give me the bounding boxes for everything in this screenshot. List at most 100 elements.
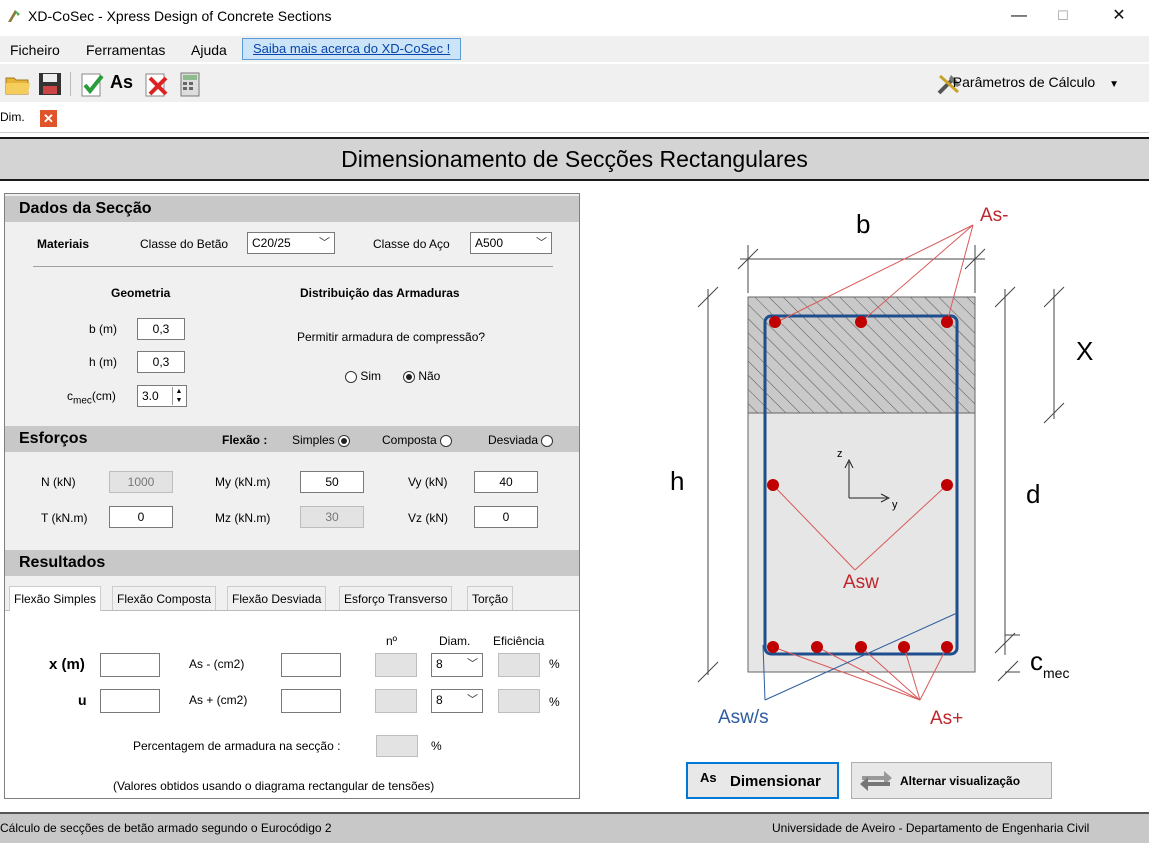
validate-icon[interactable] [78, 70, 106, 98]
as-plus-label: As + (cm2) [189, 693, 248, 707]
status-bar: Cálculo de secções de betão armado segun… [0, 812, 1149, 843]
window-title: XD-CoSec - Xpress Design of Concrete Sec… [28, 8, 332, 24]
as-icon[interactable]: As [110, 72, 140, 100]
t-input[interactable]: 0 [109, 506, 173, 528]
flexao-radio-composta[interactable]: Composta [382, 433, 453, 447]
h-label: h (m) [89, 355, 117, 369]
diam-top-value: 8 [436, 657, 443, 671]
diam-header: Diam. [439, 634, 471, 648]
cmec-label: cmec(cm) [67, 389, 116, 407]
cmec-stepper[interactable]: 3.0 ▲ ▼ [137, 385, 187, 407]
x-output [100, 653, 160, 677]
chevron-down-icon: ﹀ [467, 658, 478, 670]
section-diagram: b h d X cmec z y As- Asw As+ Asw/s [670, 205, 1093, 729]
calculator-icon[interactable] [176, 70, 204, 98]
tab-esforco-transverso[interactable]: Esforço Transverso [339, 586, 453, 610]
compression-hatch [747, 296, 976, 414]
tab-torcao[interactable]: Torção [467, 586, 514, 610]
diam-bot-select[interactable]: 8 ﹀ [431, 689, 483, 713]
pct-bot: % [549, 695, 560, 709]
pct-percentagem: % [431, 739, 442, 753]
learn-more-link[interactable]: Saiba mais acerca do XD-CoSec ! [242, 38, 462, 60]
status-right: Universidade de Aveiro - Departamento de… [772, 821, 1090, 835]
as-minus-label: As- [980, 205, 1009, 226]
percentagem-output [376, 735, 418, 757]
chevron-down-icon: ﹀ [467, 694, 478, 706]
tab-flexao-simples[interactable]: Flexão Simples [9, 586, 102, 611]
input-panel: Dados da Secção Materiais Classe do Betã… [4, 193, 580, 799]
compressao-radio-nao[interactable]: Não [403, 369, 440, 383]
n-bot-output [375, 689, 417, 713]
aco-select[interactable]: A500 ﹀ [470, 232, 552, 254]
close-window-button[interactable]: ✕ [1096, 0, 1142, 32]
flexao-radio-simples[interactable]: Simples [292, 433, 351, 447]
efic-bot-output [498, 689, 540, 713]
title-bar: XD-CoSec - Xpress Design of Concrete Sec… [0, 0, 1149, 34]
x-label: x (m) [49, 656, 85, 673]
swap-arrows-icon [860, 771, 892, 791]
alternar-button[interactable]: Alternar visualização [851, 762, 1052, 799]
minimize-button[interactable]: — [996, 0, 1042, 32]
menu-ficheiro[interactable]: Ficheiro [10, 42, 60, 58]
calc-params-label: Parâmetros de Cálculo [952, 74, 1096, 90]
doc-tab-dim[interactable]: Dim. [0, 110, 25, 124]
eficiencia-header: Eficiência [493, 634, 545, 648]
my-input[interactable]: 50 [300, 471, 364, 493]
aco-label: Classe do Aço [373, 237, 450, 251]
compressao-radio-sim[interactable]: Sim [345, 369, 381, 383]
radio-simples[interactable] [338, 434, 351, 447]
radio-composta[interactable] [440, 434, 453, 447]
tab-flexao-composta[interactable]: Flexão Composta [112, 586, 217, 610]
open-folder-icon[interactable] [4, 70, 32, 98]
asw-label: Asw [843, 572, 879, 593]
section-header-resultados: Resultados [5, 550, 579, 576]
pct-top: % [549, 657, 560, 671]
asw-s-label: Asw/s [718, 707, 769, 728]
my-label: My (kN.m) [215, 475, 271, 489]
menu-ferramentas[interactable]: Ferramentas [86, 42, 165, 58]
n-header: nº [386, 634, 398, 648]
n-input[interactable]: 1000 [109, 471, 173, 493]
radio-sim[interactable] [345, 370, 357, 383]
vz-input[interactable]: 0 [474, 506, 538, 528]
h-label: h [670, 466, 684, 496]
flexao-radio-desviada[interactable]: Desviada [488, 433, 554, 447]
menu-bar: Ficheiro Ferramentas Ajuda Saiba mais ac… [0, 36, 1149, 62]
chevron-down-icon: ﹀ [319, 237, 330, 249]
close-tab-icon[interactable]: ✕ [40, 110, 57, 127]
vy-input[interactable]: 40 [474, 471, 538, 493]
distribuicao-label: Distribuição das Armaduras [300, 286, 460, 300]
betao-select[interactable]: C20/25 ﹀ [247, 232, 335, 254]
results-tabs: Flexão Simples Flexão Composta Flexão De… [5, 586, 579, 611]
materiais-label: Materiais [37, 237, 90, 251]
calc-params-dropdown[interactable]: Parâmetros de Cálculo ▼ [953, 74, 1119, 90]
as-icon: As [700, 770, 717, 785]
maximize-button[interactable]: ☐ [1040, 0, 1086, 32]
radio-nao[interactable] [403, 370, 415, 383]
spin-arrows-icon[interactable]: ▲ ▼ [172, 387, 185, 405]
dimensionar-button[interactable]: As Dimensionar [686, 762, 839, 799]
b-input[interactable]: 0,3 [137, 318, 185, 340]
flexao-label: Flexão : [222, 433, 268, 447]
delete-icon[interactable] [142, 70, 170, 98]
compressao-question: Permitir armadura de compressão? [297, 330, 486, 344]
b-label: b [856, 209, 870, 239]
radio-desviada[interactable] [541, 434, 554, 447]
mz-input[interactable]: 30 [300, 506, 364, 528]
menu-ajuda[interactable]: Ajuda [191, 42, 227, 58]
as-minus-label: As - (cm2) [189, 657, 245, 671]
h-input[interactable]: 0,3 [137, 351, 185, 373]
document-tabs: Dim. ✕ [0, 104, 1149, 133]
chevron-down-icon: ▼ [1109, 79, 1119, 90]
tab-flexao-desviada[interactable]: Flexão Desviada [227, 586, 327, 610]
dimensionar-label: Dimensionar [730, 773, 821, 790]
x-label: X [1076, 336, 1093, 366]
aco-value: A500 [475, 236, 504, 250]
save-icon[interactable] [36, 70, 64, 98]
vz-label: Vz (kN) [408, 511, 448, 525]
page-title: Dimensionamento de Secções Rectangulares [0, 137, 1149, 181]
chevron-down-icon: ﹀ [536, 237, 547, 249]
diam-top-select[interactable]: 8 ﹀ [431, 653, 483, 677]
n-label: N (kN) [41, 475, 76, 489]
mz-label: Mz (kN.m) [215, 511, 271, 525]
